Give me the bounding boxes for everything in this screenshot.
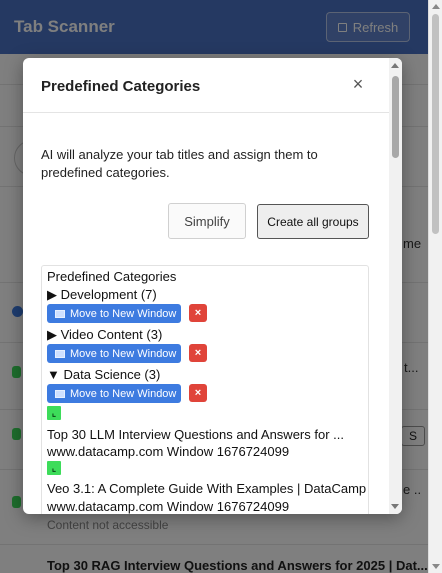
modal-scrollbar[interactable] — [389, 58, 402, 514]
tab-title[interactable]: Top 30 LLM Interview Questions and Answe… — [47, 426, 344, 444]
scroll-up-icon[interactable] — [432, 4, 440, 9]
close-icon[interactable]: × — [349, 74, 367, 94]
scroll-down-icon[interactable] — [432, 564, 440, 569]
move-to-new-window-button[interactable]: Move to New Window — [47, 384, 181, 403]
move-button-label: Move to New Window — [70, 347, 177, 360]
modal-description: AI will analyze your tab titles and assi… — [41, 147, 318, 180]
delete-category-button[interactable]: × — [189, 304, 207, 322]
window-icon — [55, 389, 65, 398]
datacamp-favicon-icon: ⌞ — [47, 406, 61, 420]
tab-meta: www.datacamp.com Window 1676724099 — [47, 499, 290, 514]
scrollbar-thumb[interactable] — [392, 76, 399, 158]
window-icon — [55, 349, 65, 358]
move-to-new-window-button[interactable]: Move to New Window — [47, 344, 181, 363]
modal-header: Predefined Categories × — [23, 58, 389, 113]
delete-category-button[interactable]: × — [189, 384, 207, 402]
move-to-new-window-button[interactable]: Move to New Window — [47, 304, 181, 323]
delete-category-button[interactable]: × — [189, 344, 207, 362]
tab-meta: www.datacamp.com Window 1676724099 — [47, 444, 290, 459]
move-button-label: Move to New Window — [70, 307, 177, 320]
category-list-heading: Predefined Categories — [47, 269, 177, 284]
simplify-button[interactable]: Simplify — [168, 203, 246, 239]
scroll-up-icon[interactable] — [391, 63, 399, 68]
datacamp-favicon-icon: ⌞ — [47, 461, 61, 475]
category-toggle-video-content[interactable]: ▶ Video Content (3) — [47, 326, 162, 344]
category-toggle-development[interactable]: ▶ Development (7) — [47, 286, 157, 304]
category-list: Predefined Categories ▶ Development (7) … — [41, 265, 369, 514]
create-all-groups-button[interactable]: Create all groups — [257, 204, 369, 239]
category-toggle-data-science[interactable]: ▼ Data Science (3) — [47, 366, 160, 384]
modal-title: Predefined Categories — [41, 78, 201, 95]
move-button-label: Move to New Window — [70, 387, 177, 400]
scroll-down-icon[interactable] — [391, 504, 399, 509]
predefined-categories-modal: Predefined Categories × AI will analyze … — [23, 58, 402, 514]
tab-title[interactable]: Veo 3.1: A Complete Guide With Examples … — [47, 480, 366, 498]
window-icon — [55, 309, 65, 318]
page-scrollbar[interactable] — [428, 0, 442, 573]
scrollbar-thumb[interactable] — [432, 14, 439, 234]
